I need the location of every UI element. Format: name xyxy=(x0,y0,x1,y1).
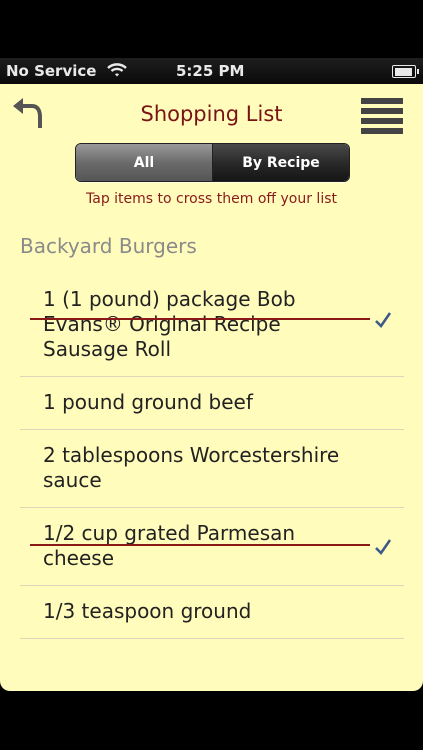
item-text: 1 (1 pound) package Bob Evans® Original … xyxy=(43,287,296,361)
recipe-section-title: Backyard Burgers xyxy=(20,234,197,258)
app-screen: Shopping List All By Recipe Tap items to… xyxy=(0,84,423,691)
menu-button[interactable] xyxy=(361,98,403,138)
checkmark-icon xyxy=(374,538,392,556)
item-text: 2 tablespoons Worcestershire sauce xyxy=(43,443,340,492)
wifi-icon xyxy=(107,62,127,82)
ingredient-list[interactable]: 1 (1 pound) package Bob Evans® Original … xyxy=(0,274,423,662)
view-segmented-control: All By Recipe xyxy=(75,143,350,182)
segment-all[interactable]: All xyxy=(76,144,213,181)
top-letterbox xyxy=(0,0,423,58)
list-item[interactable]: 1/2 cup grated Parmesan cheese xyxy=(20,508,404,586)
hamburger-menu-icon xyxy=(361,98,403,134)
item-text: 1/3 teaspoon ground xyxy=(43,599,252,623)
list-item[interactable]: 1 (1 pound) package Bob Evans® Original … xyxy=(20,274,404,377)
instruction-text: Tap items to cross them off your list xyxy=(86,191,337,207)
list-item[interactable]: 2 tablespoons Worcestershire sauce xyxy=(20,430,404,508)
list-item[interactable]: 1 pound ground beef xyxy=(20,377,404,430)
status-bar: No Service 5:25 PM xyxy=(0,58,423,84)
strikethrough-line xyxy=(30,544,370,546)
strikethrough-line xyxy=(30,318,370,320)
battery-icon xyxy=(392,65,419,78)
list-item[interactable]: 1/3 teaspoon ground xyxy=(20,586,404,639)
item-text: 1 pound ground beef xyxy=(43,390,253,414)
page-title: Shopping List xyxy=(140,102,283,126)
checkmark-icon xyxy=(374,311,392,329)
clock-label: 5:25 PM xyxy=(176,62,245,80)
carrier-label: No Service xyxy=(6,62,97,80)
item-text: 1/2 cup grated Parmesan cheese xyxy=(43,521,296,570)
segment-by-recipe[interactable]: By Recipe xyxy=(213,144,349,181)
